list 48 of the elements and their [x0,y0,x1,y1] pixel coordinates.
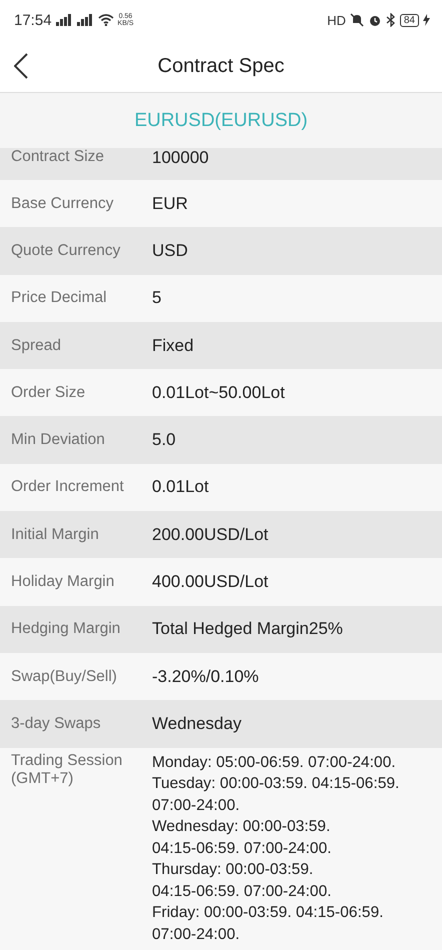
spec-label: Trading Session (GMT+7) [11,752,124,788]
spec-label: Min Deviation [11,431,106,450]
spec-label: Order Size [11,384,86,402]
spec-value: 200.00USD/Lot [152,524,268,545]
spec-value: 5 [152,288,162,308]
signal-icon [76,14,94,26]
session-line: 07:00-24:00. [152,796,241,816]
session-line: Wednesday: 00:00-03:59. [152,817,332,838]
spec-label: Base Currency [11,194,115,213]
muted-bell-icon [350,13,364,27]
spec-value: 100000 [152,148,209,168]
spec-value: 5.0 [152,430,176,450]
spec-value: 400.00USD/Lot [152,572,268,592]
spec-label: Holiday Margin [11,573,116,592]
spec-value: 0.01Lot [152,477,209,498]
spec-label: Contract Size [11,148,106,166]
charging-icon [423,14,430,26]
session-line: Tuesday: 00:00-03:59. 04:15-06:59. [152,774,400,794]
spec-value: -3.20%/0.10% [152,666,259,687]
spec-label: Initial Margin [11,526,100,544]
spec-label: Spread [11,336,62,355]
spec-value: USD [152,240,188,261]
spec-value: Fixed [152,336,194,356]
spec-label: Hedging Margin [11,620,122,638]
hd-indicator: HD [327,12,346,28]
spec-label: Price Decimal [11,289,108,308]
wifi-icon [98,14,114,26]
session-line: 07:00-24:00. [152,924,241,945]
spec-value: EUR [152,194,188,214]
session-line: 04:15-06:59. 07:00-24:00. [152,838,332,859]
spec-value: Wednesday [152,714,242,734]
session-line: Friday: 00:00-03:59. 04:15-06:59. [152,903,384,924]
spec-label: Swap(Buy/Sell) [11,668,118,686]
spec-label: 3-day Swaps [11,714,102,733]
clock: 17:54 [14,12,52,28]
spec-label: Quote Currency [11,242,122,260]
session-line: Monday: 05:00-06:59. 07:00-24:00. [152,752,397,773]
spec-label: Order Increment [11,478,125,496]
alarm-icon [368,13,382,27]
battery-indicator: 84 [400,14,419,26]
symbol-name: EURUSD(EURUSD) [134,110,308,132]
spec-value: 0.01Lot~50.00Lot [152,382,285,403]
signal-icon [56,14,73,26]
bluetooth-icon [386,13,396,27]
session-line: Thursday: 00:00-03:59. [152,860,314,880]
spec-value: Total Hedged Margin25% [152,619,343,640]
session-line: 04:15-06:59. 07:00-24:00. [152,882,332,902]
page-title: Contract Spec [158,54,284,78]
